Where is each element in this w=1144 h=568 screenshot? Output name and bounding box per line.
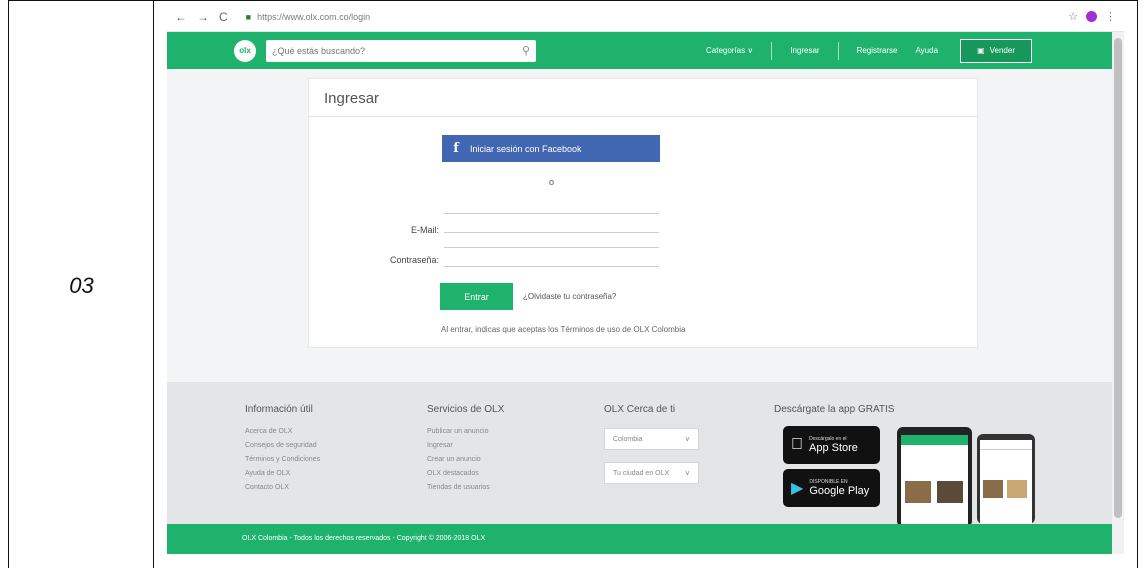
- footer-heading: OLX Cerca de ti: [604, 404, 676, 415]
- footer-link[interactable]: Consejos de seguridad: [245, 442, 320, 449]
- footer-services: Servicios de OLX Publicar un anuncio Ing…: [427, 404, 504, 498]
- city-select-value: Tu ciudad en OLX: [613, 469, 670, 477]
- phone-mockup-large: [897, 427, 972, 527]
- facebook-icon: f: [453, 141, 459, 156]
- country-select-value: Colombia: [613, 435, 643, 443]
- phone-mockup-small: [977, 434, 1035, 524]
- site-header: olx ⚲ Categorías ∨ Ingresar Registrarse …: [167, 32, 1112, 69]
- footer-useful-info: Información útil Acerca de OLX Consejos …: [245, 404, 320, 498]
- bookmark-star-icon[interactable]: ☆: [1068, 10, 1078, 23]
- google-play-big: Google Play: [809, 485, 870, 497]
- footer-link[interactable]: Publicar un anuncio: [427, 428, 504, 435]
- browser-menu-icon[interactable]: ⋮: [1105, 10, 1116, 23]
- login-title: Ingresar: [309, 79, 977, 117]
- footer-link[interactable]: Acerca de OLX: [245, 428, 320, 435]
- browser-screenshot: ← → C ■ https://www.olx.com.co/login ☆ ⋮…: [167, 2, 1124, 554]
- sell-button[interactable]: ▣ Vender: [960, 38, 1033, 63]
- footer-link[interactable]: Ingresar: [427, 442, 504, 449]
- password-field[interactable]: [444, 247, 659, 267]
- nav-login[interactable]: Ingresar: [790, 46, 819, 55]
- nav-register[interactable]: Registrarse: [857, 46, 898, 55]
- address-bar[interactable]: https://www.olx.com.co/login: [257, 12, 370, 22]
- app-store-badge[interactable]:  Descárgalo en el App Store: [783, 426, 880, 464]
- apple-icon: : [791, 436, 803, 454]
- lock-icon: ■: [245, 11, 252, 22]
- email-label: E-Mail:: [410, 225, 439, 235]
- forward-icon[interactable]: →: [197, 10, 209, 24]
- nav-help[interactable]: Ayuda: [915, 46, 938, 55]
- row-number: 03: [69, 273, 94, 298]
- browser-toolbar: ← → C ■ https://www.olx.com.co/login ☆ ⋮: [167, 2, 1124, 32]
- google-play-badge[interactable]: ▶ DISPONIBLE EN Google Play: [783, 469, 880, 507]
- search-input[interactable]: [272, 45, 522, 56]
- footer-link[interactable]: Términos y Condiciones: [245, 456, 320, 463]
- footer-link[interactable]: Tiendas de usuarios: [427, 484, 504, 491]
- footer-link[interactable]: Contacto OLX: [245, 484, 320, 491]
- login-submit-button[interactable]: Entrar: [440, 283, 513, 310]
- password-label: Contraseña:: [389, 255, 439, 265]
- back-icon[interactable]: ←: [175, 10, 187, 24]
- footer-near-you: OLX Cerca de ti Colombia ∨ Tu ciudad en …: [604, 404, 699, 496]
- nav-divider: [771, 41, 773, 60]
- facebook-login-label: Iniciar sesión con Facebook: [470, 143, 582, 154]
- app-store-big: App Store: [797, 442, 858, 454]
- login-card: Ingresar f Iniciar sesión con Facebook o…: [308, 78, 978, 348]
- country-select[interactable]: Colombia ∨: [604, 428, 699, 450]
- search-box: ⚲: [266, 39, 536, 62]
- site-footer: Información útil Acerca de OLX Consejos …: [167, 382, 1112, 527]
- page-scrollbar[interactable]: [1112, 32, 1124, 554]
- footer-link[interactable]: Crear un anuncio: [427, 456, 504, 463]
- facebook-login-button[interactable]: f Iniciar sesión con Facebook: [442, 135, 660, 162]
- search-icon[interactable]: ⚲: [522, 44, 530, 57]
- olx-logo[interactable]: olx: [234, 39, 256, 62]
- footer-heading: Servicios de OLX: [427, 404, 505, 415]
- chevron-down-icon: ∨: [684, 470, 690, 477]
- table-right-border: [1137, 1, 1138, 568]
- footer-app-download: Descárgate la app GRATIS: [774, 404, 894, 428]
- footer-link[interactable]: Ayuda de OLX: [245, 470, 320, 477]
- nav-categories[interactable]: Categorías ∨: [706, 46, 753, 55]
- or-separator: o: [549, 177, 555, 187]
- camera-icon: ▣: [977, 46, 985, 55]
- forgot-password-link[interactable]: ¿Olvidaste tu contraseña?: [523, 292, 616, 301]
- chevron-down-icon: ∨: [684, 436, 690, 443]
- google-play-icon: ▶: [791, 480, 804, 497]
- sell-button-label: Vender: [989, 46, 1015, 55]
- scrollbar-thumb[interactable]: [1114, 38, 1122, 518]
- city-select[interactable]: Tu ciudad en OLX ∨: [604, 462, 699, 484]
- footer-link[interactable]: OLX destacados: [427, 470, 504, 477]
- email-field[interactable]: [444, 213, 659, 233]
- footer-heading: Descárgate la app GRATIS: [774, 404, 895, 415]
- terms-notice: Al entrar, indicas que aceptas los Térmi…: [441, 325, 686, 334]
- footer-heading: Información útil: [245, 404, 313, 415]
- extension-icon[interactable]: [1086, 11, 1097, 22]
- header-nav: Categorías ∨ Ingresar Registrarse Ayuda: [706, 41, 938, 60]
- copyright-bar: OLX Colombia - Todos los derechos reserv…: [167, 524, 1112, 554]
- reload-icon[interactable]: C: [219, 10, 228, 24]
- copyright-text: OLX Colombia - Todos los derechos reserv…: [242, 535, 486, 542]
- nav-divider: [837, 41, 839, 60]
- row-label-cell: 03: [9, 1, 154, 568]
